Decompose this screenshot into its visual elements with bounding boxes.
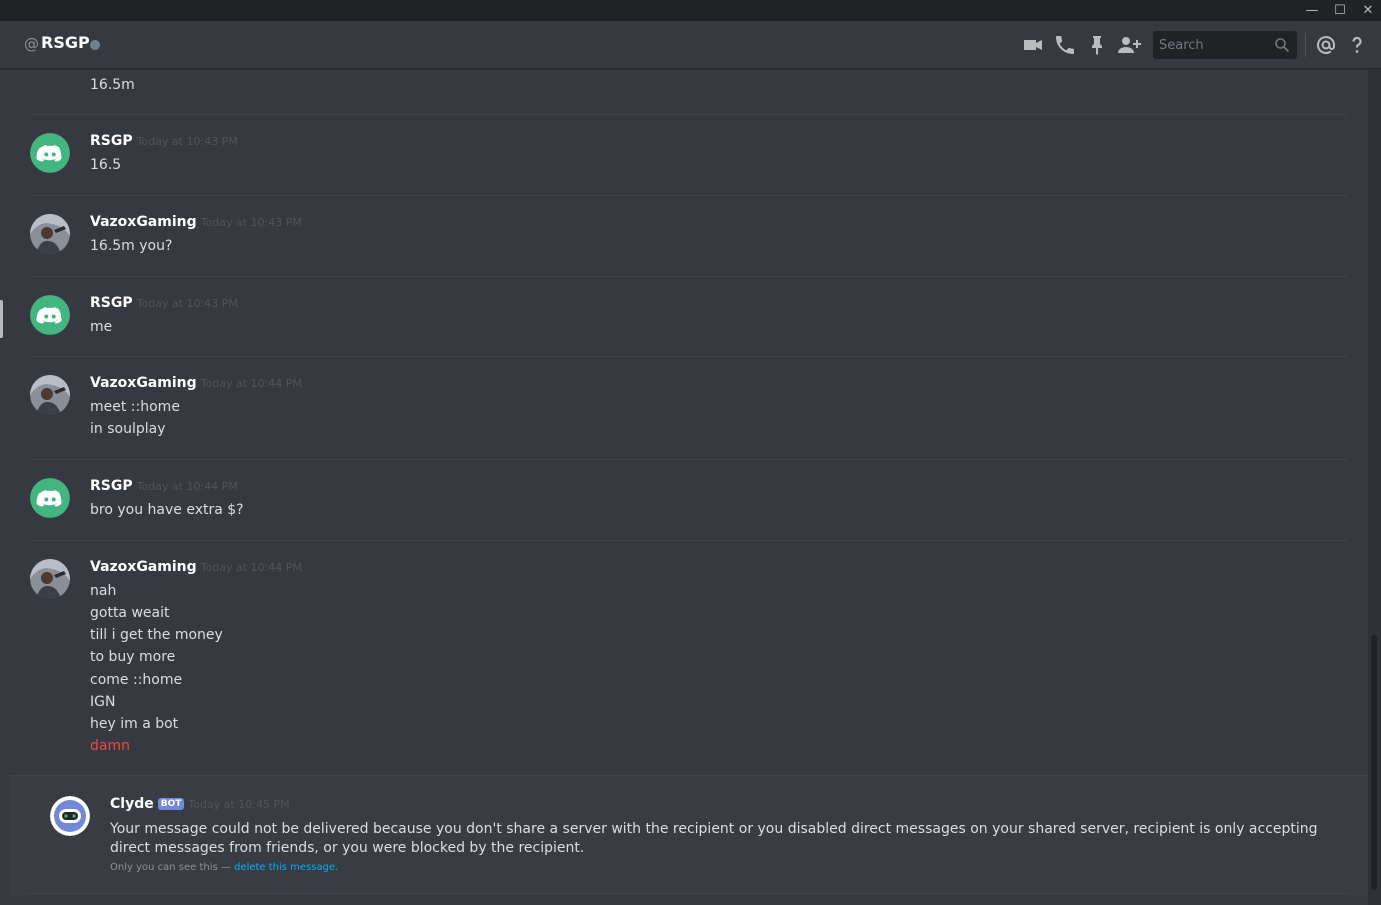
message-line: to buy more [90, 649, 176, 665]
delete-message-link[interactable]: delete this message. [234, 862, 338, 873]
message-author[interactable]: VazoxGaming Today at 10:43 PM [90, 214, 302, 230]
pin-icon[interactable] [1085, 33, 1109, 57]
message-line: damn [90, 738, 130, 754]
message-line: in soulplay [90, 421, 166, 437]
user-avatar[interactable] [30, 375, 70, 415]
message-line: me [90, 319, 113, 335]
message-divider [30, 893, 1347, 894]
help-icon[interactable] [1345, 33, 1369, 57]
mentions-icon[interactable] [1314, 33, 1338, 57]
message-timestamp: Today at 10:44 PM [136, 480, 238, 493]
message-author[interactable]: Clyde BOT Today at 10:45 PM [110, 796, 290, 812]
message-timestamp: Today at 10:43 PM [136, 135, 238, 148]
message-line: bro you have extra $? [90, 502, 244, 518]
message-line: nah [90, 583, 117, 599]
message-divider [30, 459, 1347, 460]
message-list[interactable]: 16.5m RSGP Today at 10:43 PM 16.5 VazoxGa… [0, 69, 1369, 905]
message-line: hey im a bot [90, 716, 179, 732]
message-timestamp: Today at 10:45 PM [188, 798, 290, 811]
message-author[interactable]: RSGP Today at 10:43 PM [90, 295, 238, 311]
message-timestamp: Today at 10:43 PM [136, 297, 238, 310]
search-input[interactable] [1153, 31, 1273, 59]
message-author[interactable]: RSGP Today at 10:43 PM [90, 133, 238, 149]
message-timestamp: Today at 10:44 PM [200, 561, 302, 574]
message-line: come ::home [90, 672, 183, 688]
status-indicator [90, 40, 100, 50]
search-icon [1274, 37, 1290, 53]
message-divider [30, 114, 1347, 115]
header-divider [1305, 33, 1306, 57]
message-divider [30, 540, 1347, 541]
unread-marker [0, 300, 3, 338]
discord-avatar[interactable] [30, 478, 70, 518]
message-author[interactable]: VazoxGaming Today at 10:44 PM [90, 375, 302, 391]
ephemeral-note-text: Only you can see this — [110, 862, 235, 873]
author-name[interactable]: Clyde [110, 796, 154, 812]
discord-avatar[interactable] [30, 295, 70, 335]
message-line: gotta weait [90, 605, 170, 621]
message-line: meet ::home [90, 399, 180, 415]
bot-tag: BOT [157, 798, 185, 810]
clyde-message: Clyde BOT Today at 10:45 PM Your message c… [10, 775, 1369, 895]
at-icon: @ [24, 35, 39, 53]
message-timestamp: Today at 10:44 PM [200, 377, 302, 390]
message-line: 16.5 [90, 157, 122, 173]
message-divider [30, 195, 1347, 196]
maximize-button[interactable]: ☐ [1326, 0, 1354, 21]
clyde-message-text: Your message could not be delivered beca… [110, 821, 1318, 856]
voice-call-icon[interactable] [1053, 33, 1077, 57]
author-name[interactable]: RSGP [90, 478, 133, 494]
author-name[interactable]: VazoxGaming [90, 559, 197, 575]
user-avatar[interactable] [30, 214, 70, 254]
author-name[interactable]: VazoxGaming [90, 375, 197, 391]
scrollbar-thumb[interactable] [1371, 635, 1377, 890]
video-call-icon[interactable] [1021, 33, 1045, 57]
message-divider [30, 276, 1347, 277]
add-friend-icon[interactable] [1117, 33, 1141, 57]
author-name[interactable]: RSGP [90, 133, 133, 149]
author-name[interactable]: RSGP [90, 295, 133, 311]
channel-title: RSGP [41, 33, 90, 52]
window-titlebar: — ☐ ✕ [0, 0, 1381, 21]
message-author[interactable]: RSGP Today at 10:44 PM [90, 478, 238, 494]
scrollbar-track[interactable] [1368, 69, 1381, 905]
message-line: 16.5m you? [90, 238, 173, 254]
discord-avatar[interactable] [30, 133, 70, 173]
channel-header: @ RSGP [0, 21, 1381, 69]
message-line: IGN [90, 694, 116, 710]
message-author[interactable]: VazoxGaming Today at 10:44 PM [90, 559, 302, 575]
message-line: till i get the money [90, 627, 223, 643]
ephemeral-note: Only you can see this — delete this mess… [110, 862, 338, 873]
clyde-avatar[interactable] [50, 796, 90, 836]
close-window-button[interactable]: ✕ [1354, 0, 1381, 21]
message-line: 16.5m [90, 77, 135, 93]
message-timestamp: Today at 10:43 PM [200, 216, 302, 229]
minimize-button[interactable]: — [1298, 0, 1326, 21]
user-avatar[interactable] [30, 559, 70, 599]
author-name[interactable]: VazoxGaming [90, 214, 197, 230]
search-box[interactable] [1153, 31, 1297, 59]
message-divider [30, 356, 1347, 357]
